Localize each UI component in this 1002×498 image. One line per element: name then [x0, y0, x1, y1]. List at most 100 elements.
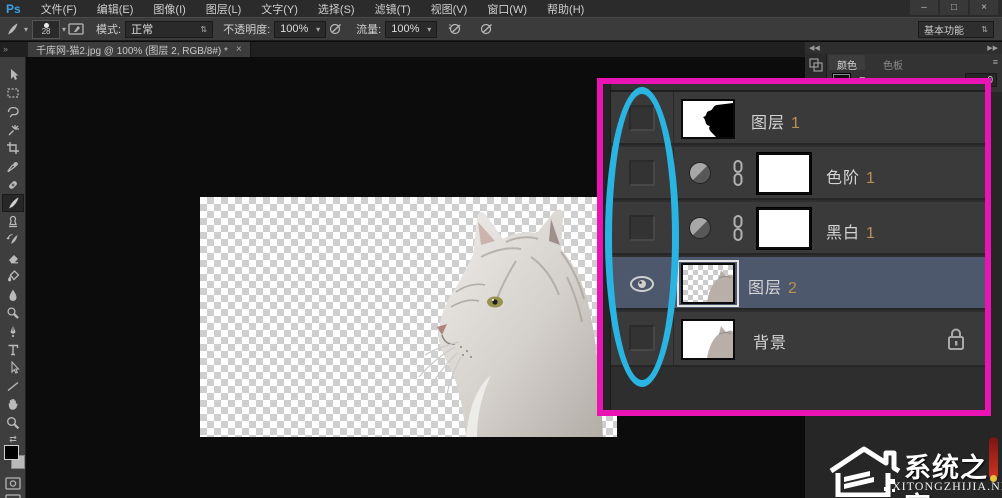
- opacity-label: 不透明度:: [223, 21, 270, 37]
- tab-swatches[interactable]: 色板: [875, 55, 911, 70]
- menu-编辑(E)[interactable]: 编辑(E): [87, 4, 144, 16]
- caret-icon: ▾: [24, 25, 28, 34]
- blend-mode-select[interactable]: 正常 ⇅: [125, 21, 213, 38]
- mode-label: 模式:: [96, 21, 121, 37]
- menu-视图(V)[interactable]: 视图(V): [421, 4, 478, 16]
- menu-文字(Y)[interactable]: 文字(Y): [251, 4, 308, 16]
- screen-mode-button[interactable]: [2, 491, 24, 498]
- layer-name[interactable]: 背景: [753, 329, 793, 353]
- layer-thumbnail[interactable]: [681, 263, 735, 304]
- zoom-tool[interactable]: [2, 414, 24, 432]
- menu-选择(S)[interactable]: 选择(S): [308, 4, 365, 16]
- photoshop-window: Ps 文件(F)编辑(E)图像(I)图层(L)文字(Y)选择(S)滤镜(T)视图…: [0, 0, 1002, 498]
- flow-label: 流量:: [356, 21, 381, 37]
- mask-link-icon: [731, 160, 745, 187]
- close-button[interactable]: ×: [970, 0, 998, 15]
- tab-color[interactable]: 颜色: [829, 55, 865, 70]
- menu-文件(F)[interactable]: 文件(F): [31, 4, 87, 16]
- caret-icon: ▾: [427, 25, 431, 34]
- dodge-tool[interactable]: [2, 304, 24, 322]
- line-tool[interactable]: [2, 377, 24, 395]
- layer-mask-thumbnail[interactable]: [757, 153, 811, 194]
- layers-panel-empty-area: [611, 369, 985, 410]
- airbrush-icon[interactable]: [445, 20, 465, 38]
- tab-close-icon[interactable]: ×: [236, 44, 242, 55]
- document-tab[interactable]: 千库网-猫2.jpg @ 100% (图层 2, RGB/8#) * ×: [28, 42, 251, 57]
- magic-wand-tool[interactable]: [2, 121, 24, 139]
- lasso-tool[interactable]: [2, 103, 24, 121]
- layer-name[interactable]: 图层2: [748, 274, 798, 298]
- flow-value: 100%: [391, 23, 419, 35]
- layer-thumbnail[interactable]: [681, 99, 735, 139]
- menu-图层(L)[interactable]: 图层(L): [196, 4, 251, 16]
- lock-icon: [947, 327, 965, 351]
- opacity-select[interactable]: 100% ▾: [274, 21, 326, 38]
- minimize-button[interactable]: –: [910, 0, 938, 15]
- blend-mode-value: 正常: [131, 21, 153, 37]
- panel-icon: [809, 58, 823, 72]
- paint-bucket-tool[interactable]: [2, 267, 24, 285]
- panel-toggle-icon: [68, 22, 84, 36]
- marquee-tool[interactable]: [2, 84, 24, 102]
- chevrons-icon[interactable]: »: [3, 44, 8, 54]
- collapse-panels-icon[interactable]: ◀◀: [809, 44, 820, 52]
- updown-icon: ⇅: [981, 25, 988, 34]
- path-select-tool[interactable]: [2, 359, 24, 377]
- menu-bar: Ps 文件(F)编辑(E)图像(I)图层(L)文字(Y)选择(S)滤镜(T)视图…: [0, 0, 1002, 17]
- tools-panel: ⇄: [0, 57, 26, 498]
- menu-图像(I)[interactable]: 图像(I): [143, 4, 195, 16]
- pen-tool[interactable]: [2, 322, 24, 340]
- menu-窗口(W)[interactable]: 窗口(W): [477, 4, 537, 16]
- layer-name[interactable]: 黑白1: [826, 219, 876, 243]
- dock-header: ◀◀ ▶▶: [805, 42, 1002, 54]
- photoshop-logo: Ps: [0, 2, 31, 16]
- quick-mask-button[interactable]: [2, 474, 24, 492]
- history-brush-tool[interactable]: [2, 231, 24, 249]
- partial-row: [611, 84, 985, 92]
- hand-tool[interactable]: [2, 395, 24, 413]
- brush-tool[interactable]: [2, 194, 24, 212]
- tool-preset-picker[interactable]: ▾: [0, 21, 32, 37]
- menu-items: 文件(F)编辑(E)图像(I)图层(L)文字(Y)选择(S)滤镜(T)视图(V)…: [31, 1, 595, 17]
- mask-cat-silhouette: [683, 101, 733, 137]
- blur-tool[interactable]: [2, 286, 24, 304]
- document-canvas[interactable]: [200, 197, 617, 437]
- pressure-opacity-icon[interactable]: [326, 20, 346, 38]
- layer-thumbnail[interactable]: [681, 319, 735, 360]
- pressure-size-icon[interactable]: [477, 20, 497, 38]
- toggle-brush-panel-button[interactable]: [66, 20, 86, 38]
- watermark: 系统之家 XITONGZHIJIA.NET: [828, 437, 1002, 498]
- watermark-domain: XITONGZHIJIA.NET: [892, 479, 1002, 494]
- flow-select[interactable]: 100% ▾: [385, 21, 437, 38]
- layer-name[interactable]: 色阶1: [826, 164, 876, 188]
- brush-size-preview[interactable]: 28: [32, 20, 60, 39]
- move-tool[interactable]: [2, 66, 24, 84]
- mini-cat: [683, 321, 733, 358]
- healing-brush-tool[interactable]: [2, 176, 24, 194]
- updown-icon: ⇅: [200, 25, 207, 34]
- panel-menu-icon[interactable]: ≡: [993, 57, 998, 67]
- type-tool[interactable]: [2, 341, 24, 359]
- layer-mask-thumbnail[interactable]: [757, 208, 811, 249]
- clone-stamp-tool[interactable]: [2, 212, 24, 230]
- eyedropper-tool[interactable]: [2, 158, 24, 176]
- brush-size-value: 28: [42, 28, 51, 36]
- expand-panels-icon[interactable]: ▶▶: [987, 44, 998, 52]
- workspace-switcher[interactable]: 基本功能 ⇅: [918, 21, 994, 38]
- foreground-color-swatch[interactable]: [4, 445, 19, 460]
- menu-帮助(H)[interactable]: 帮助(H): [537, 4, 594, 16]
- crop-tool[interactable]: [2, 139, 24, 157]
- mask-link-icon: [731, 215, 745, 242]
- workspace-label: 基本功能: [924, 22, 964, 37]
- menu-滤镜(T)[interactable]: 滤镜(T): [365, 4, 421, 16]
- window-controls: – □ ×: [910, 0, 998, 15]
- eraser-tool[interactable]: [2, 249, 24, 267]
- opacity-value: 100%: [280, 23, 308, 35]
- caret-icon: ▾: [316, 25, 320, 34]
- layer-name[interactable]: 图层1: [751, 109, 801, 133]
- restore-button[interactable]: □: [940, 0, 968, 15]
- options-bar: ▾ 28 ▾ 模式: 正常 ⇅ 不透明度: 100% ▾ 流量: 100%: [0, 17, 1002, 41]
- adjustment-layer-icon: [689, 162, 711, 184]
- document-title: 千库网-猫2.jpg @ 100% (图层 2, RGB/8#) *: [36, 42, 228, 57]
- watermark-house-icon: [828, 443, 902, 497]
